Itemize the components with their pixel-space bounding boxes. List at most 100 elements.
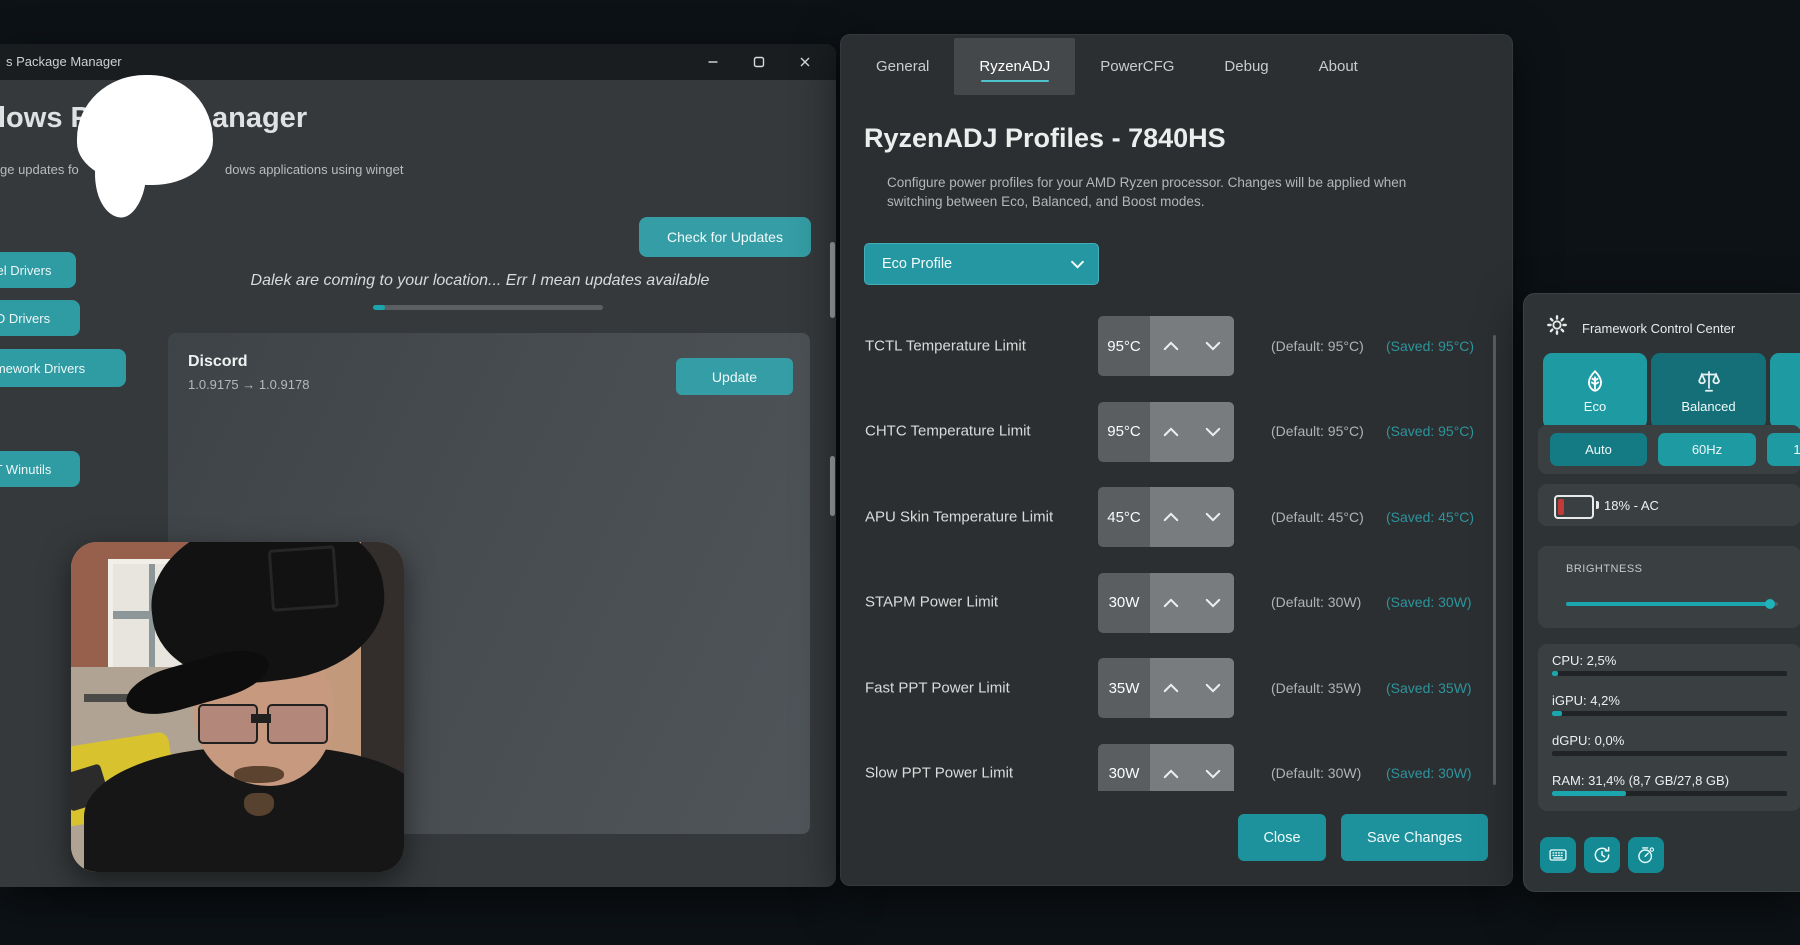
setting-row-tctl: TCTL Temperature Limit 95°C (Default: 95…	[841, 303, 1495, 389]
profile-dropdown-value: Eco Profile	[882, 256, 952, 272]
stepper-increase-button[interactable]	[1150, 744, 1192, 792]
tab-label: PowerCFG	[1100, 58, 1174, 75]
stepper-decrease-button[interactable]	[1192, 316, 1234, 376]
update-progress-fill	[373, 305, 385, 310]
tab-label: RyzenADJ	[979, 58, 1050, 75]
brightness-slider[interactable]	[1566, 602, 1778, 606]
setting-row-fast-ppt: Fast PPT Power Limit 35W (Default: 35W) …	[841, 645, 1495, 731]
intel-drivers-button[interactable]: el Drivers	[0, 252, 76, 288]
stepper-value: 30W	[1098, 573, 1150, 633]
tab-debug[interactable]: Debug	[1199, 38, 1293, 95]
saved-value: (Saved: 45°C)	[1386, 509, 1474, 525]
close-icon	[799, 56, 811, 68]
profile-dropdown[interactable]: Eco Profile	[864, 243, 1099, 285]
scales-icon	[1696, 368, 1722, 394]
default-value: (Default: 45°C)	[1271, 509, 1364, 525]
description-line1: Configure power profiles for your AMD Ry…	[887, 175, 1406, 190]
tab-general[interactable]: General	[851, 38, 954, 95]
stepper-increase-button[interactable]	[1150, 658, 1192, 718]
mode-button-eco[interactable]: Eco	[1543, 353, 1647, 429]
scrollbar-thumb[interactable]	[830, 242, 835, 318]
page-title-fragment-right: anager	[212, 102, 307, 135]
scrollbar-thumb[interactable]	[830, 456, 835, 516]
clock-refresh-button[interactable]	[1584, 837, 1620, 873]
refresh-rate-group: Auto 60Hz 1	[1538, 425, 1800, 474]
mode-button-balanced[interactable]: Balanced	[1651, 353, 1766, 429]
refresh-option-label: 60Hz	[1692, 442, 1722, 457]
close-button[interactable]	[782, 44, 828, 80]
value-stepper: 30W	[1098, 573, 1234, 633]
tab-about[interactable]: About	[1294, 38, 1383, 95]
refresh-cut-button[interactable]: 1	[1767, 433, 1800, 466]
winutils-button[interactable]: T Winutils	[0, 451, 80, 487]
brightness-slider-thumb[interactable]	[1765, 599, 1775, 609]
gauge-button[interactable]	[1628, 837, 1664, 873]
close-dialog-button[interactable]: Close	[1238, 814, 1326, 861]
default-value: (Default: 35W)	[1271, 680, 1361, 696]
framework-drivers-button[interactable]: mework Drivers	[0, 349, 126, 387]
keyboard-settings-button[interactable]	[1540, 837, 1576, 873]
stepper-value: 95°C	[1098, 402, 1150, 462]
tab-label: General	[876, 58, 929, 75]
ram-usage-text: RAM: 31,4% (8,7 GB/27,8 GB)	[1552, 773, 1729, 788]
setting-label: TCTL Temperature Limit	[865, 337, 1026, 354]
chevron-up-icon	[1163, 769, 1179, 779]
settings-rows: TCTL Temperature Limit 95°C (Default: 95…	[841, 303, 1495, 791]
mode-button-cut[interactable]	[1770, 353, 1800, 429]
stepper-decrease-button[interactable]	[1192, 744, 1234, 792]
app-version-change: 1.0.9175 → 1.0.9178	[188, 377, 309, 392]
value-stepper: 30W	[1098, 744, 1234, 792]
leaf-icon	[1582, 368, 1608, 394]
tab-bar: General RyzenADJ PowerCFG Debug About	[851, 35, 1383, 95]
saved-value: (Saved: 30W)	[1386, 594, 1472, 610]
stepper-increase-button[interactable]	[1150, 487, 1192, 547]
value-stepper: 95°C	[1098, 316, 1234, 376]
update-button[interactable]: Update	[676, 358, 793, 395]
tab-label: About	[1319, 58, 1358, 75]
stepper-decrease-button[interactable]	[1192, 573, 1234, 633]
minimize-button[interactable]	[690, 44, 736, 80]
stepper-increase-button[interactable]	[1150, 402, 1192, 462]
tab-ryzenadj[interactable]: RyzenADJ	[954, 38, 1075, 95]
cap-logo	[268, 545, 339, 612]
stepper-value: 35W	[1098, 658, 1150, 718]
chevron-up-icon	[1163, 683, 1179, 693]
default-value: (Default: 30W)	[1271, 594, 1361, 610]
person-goatee	[244, 793, 274, 816]
mode-label: Balanced	[1681, 399, 1735, 414]
check-for-updates-button[interactable]: Check for Updates	[639, 217, 811, 257]
setting-row-slow-ppt: Slow PPT Power Limit 30W (Default: 30W) …	[841, 731, 1495, 792]
setting-label: APU Skin Temperature Limit	[865, 508, 1053, 525]
driver-button-label: T Winutils	[0, 462, 51, 477]
refresh-option-label: Auto	[1585, 442, 1612, 457]
window-title: s Package Manager	[6, 54, 122, 69]
battery-icon	[1554, 495, 1594, 519]
stepper-increase-button[interactable]	[1150, 316, 1192, 376]
chevron-down-icon	[1071, 260, 1084, 269]
ram-usage-bar	[1552, 791, 1787, 796]
driver-button-label: D Drivers	[0, 311, 50, 326]
igpu-usage-bar	[1552, 711, 1787, 716]
driver-button-label: el Drivers	[0, 263, 51, 278]
update-progress-bar	[373, 305, 603, 310]
save-changes-button[interactable]: Save Changes	[1341, 814, 1488, 861]
refresh-60hz-button[interactable]: 60Hz	[1658, 433, 1756, 466]
stepper-decrease-button[interactable]	[1192, 402, 1234, 462]
tab-powercfg[interactable]: PowerCFG	[1075, 38, 1199, 95]
chevron-down-icon	[1205, 341, 1221, 351]
igpu-usage-text: iGPU: 4,2%	[1552, 693, 1620, 708]
brightness-slider-fill	[1566, 602, 1770, 606]
amd-drivers-button[interactable]: D Drivers	[0, 300, 80, 336]
chevron-up-icon	[1163, 512, 1179, 522]
stepper-increase-button[interactable]	[1150, 573, 1192, 633]
stepper-decrease-button[interactable]	[1192, 658, 1234, 718]
stepper-decrease-button[interactable]	[1192, 487, 1234, 547]
saved-value: (Saved: 95°C)	[1386, 338, 1474, 354]
scrollbar[interactable]	[1493, 335, 1496, 785]
refresh-auto-button[interactable]: Auto	[1550, 433, 1647, 466]
saved-value: (Saved: 95°C)	[1386, 423, 1474, 439]
default-value: (Default: 95°C)	[1271, 423, 1364, 439]
saved-value: (Saved: 30W)	[1386, 765, 1472, 781]
chevron-up-icon	[1163, 598, 1179, 608]
maximize-button[interactable]	[736, 44, 782, 80]
